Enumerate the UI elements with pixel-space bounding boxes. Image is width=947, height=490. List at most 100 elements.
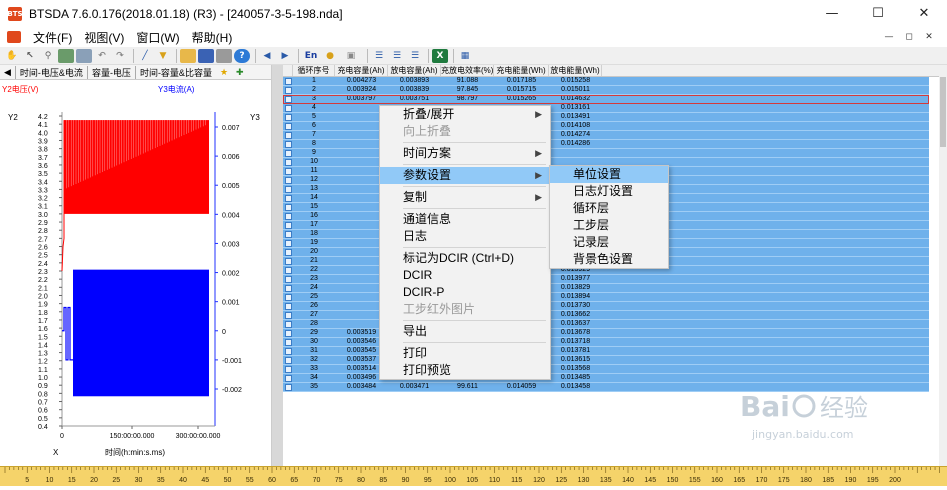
context-menu-item[interactable]: 复制 ▶ — [380, 189, 550, 206]
submenu-item[interactable]: 单位设置 — [550, 166, 668, 183]
context-menu-item[interactable]: 通道信息 — [380, 211, 550, 228]
expand-toggle-icon[interactable] — [283, 239, 293, 247]
expand-toggle-icon[interactable] — [283, 158, 293, 166]
submenu-item[interactable]: 背景色设置 — [550, 251, 668, 268]
column-header[interactable]: 循环序号 — [293, 65, 335, 76]
context-menu-item[interactable]: DCIR-P — [380, 284, 550, 301]
expand-toggle-icon[interactable] — [283, 347, 293, 355]
line-icon[interactable]: ╱ — [137, 49, 153, 63]
menu-view[interactable]: 视图(V) — [84, 29, 124, 46]
print-icon[interactable] — [216, 48, 232, 63]
expand-toggle-icon[interactable] — [283, 320, 293, 328]
table-row[interactable]: 1 0.004273 0.003893 91.088 0.017185 0.015258 — [283, 77, 929, 86]
expand-toggle-icon[interactable] — [283, 284, 293, 292]
excel-icon[interactable]: X — [432, 48, 448, 63]
tab-scroll-left-icon[interactable]: ◀ — [0, 67, 15, 78]
document-icon[interactable] — [7, 31, 21, 43]
table-split-icon[interactable]: ☰ — [389, 49, 405, 63]
expand-toggle-icon[interactable] — [283, 374, 293, 382]
zoom-box-icon[interactable] — [58, 48, 74, 63]
expand-toggle-icon[interactable] — [283, 257, 293, 265]
context-menu-item[interactable]: 时间方案 ▶ — [380, 145, 550, 162]
expand-toggle-icon[interactable] — [283, 383, 293, 391]
mdi-restore-button[interactable]: ◻ — [899, 27, 919, 47]
column-header[interactable]: 充电容量(Ah) — [335, 65, 388, 76]
expand-toggle-icon[interactable] — [283, 338, 293, 346]
expand-toggle-icon[interactable] — [283, 311, 293, 319]
column-header[interactable]: 放电容量(Ah) — [388, 65, 441, 76]
context-menu-item[interactable]: 参数设置 ▶ — [380, 167, 550, 184]
expand-toggle-icon[interactable] — [283, 302, 293, 310]
submenu-item[interactable]: 日志灯设置 — [550, 183, 668, 200]
expand-toggle-icon[interactable] — [283, 167, 293, 175]
scrollbar-thumb[interactable] — [940, 77, 946, 147]
hand-icon[interactable]: ✋ — [4, 49, 20, 63]
column-header[interactable]: 充放电效率(%) — [441, 65, 494, 76]
mdi-minimize-button[interactable]: — — [879, 27, 899, 47]
expand-toggle-icon[interactable] — [283, 185, 293, 193]
expand-toggle-icon[interactable] — [283, 77, 293, 85]
pin-icon[interactable]: ● — [322, 49, 338, 63]
arrow-left-icon[interactable]: ◀ — [259, 49, 275, 63]
table-list-icon[interactable]: ☰ — [407, 49, 423, 63]
expand-toggle-icon[interactable] — [283, 221, 293, 229]
context-menu-item[interactable]: 导出 — [380, 323, 550, 340]
language-button[interactable]: En — [302, 49, 320, 63]
open-folder-icon[interactable] — [180, 48, 196, 63]
table-row[interactable]: 2 0.003924 0.003839 97.845 0.015715 0.015011 — [283, 86, 929, 95]
table-view-icon[interactable]: ☰ — [371, 49, 387, 63]
expand-toggle-icon[interactable] — [283, 194, 293, 202]
expand-toggle-icon[interactable] — [283, 275, 293, 283]
expand-toggle-icon[interactable] — [283, 86, 293, 94]
redo-icon[interactable]: ↷ — [112, 49, 128, 63]
panel-splitter[interactable] — [272, 65, 283, 466]
context-menu-item[interactable]: 打印预览 — [380, 362, 550, 379]
expand-toggle-icon[interactable] — [283, 356, 293, 364]
expand-toggle-icon[interactable] — [283, 230, 293, 238]
submenu-item[interactable]: 循环层 — [550, 200, 668, 217]
expand-toggle-icon[interactable] — [283, 131, 293, 139]
expand-toggle-icon[interactable] — [283, 113, 293, 121]
column-header[interactable]: 充电能量(Wh) — [494, 65, 549, 76]
menu-window[interactable]: 窗口(W) — [136, 29, 179, 46]
tab-add-icon[interactable]: ✚ — [232, 67, 248, 78]
context-menu-item[interactable]: 日志 — [380, 228, 550, 245]
maximize-button[interactable]: ☐ — [855, 0, 901, 27]
arrow-right-icon[interactable]: ▶ — [277, 49, 293, 63]
table-row[interactable]: 3 0.003797 0.003751 98.797 0.015265 0.014632 — [283, 95, 929, 104]
chart-icon[interactable] — [76, 48, 92, 63]
zoom-icon[interactable]: ⚲ — [40, 49, 56, 63]
column-header[interactable]: 放电能量(Wh) — [549, 65, 602, 76]
pointer-icon[interactable]: ↖ — [22, 49, 38, 63]
expand-toggle-icon[interactable] — [283, 266, 293, 274]
expand-toggle-icon[interactable] — [283, 248, 293, 256]
expand-toggle-icon[interactable] — [283, 149, 293, 157]
layout-icon[interactable]: ▦ — [457, 49, 473, 63]
mdi-close-button[interactable]: ✕ — [919, 27, 939, 47]
expand-toggle-icon[interactable] — [283, 365, 293, 373]
menu-help[interactable]: 帮助(H) — [192, 29, 233, 46]
expand-toggle-icon[interactable] — [283, 293, 293, 301]
tab-time-capacity[interactable]: 时间-容量&比容量 — [134, 65, 216, 79]
help-icon[interactable]: ? — [234, 48, 250, 63]
expand-toggle-icon[interactable] — [283, 212, 293, 220]
context-menu-item[interactable]: 标记为DCIR (Ctrl+D) — [380, 250, 550, 267]
context-menu-item[interactable]: DCIR — [380, 267, 550, 284]
expand-toggle-icon[interactable] — [283, 122, 293, 130]
tab-capacity-voltage[interactable]: 容量-电压 — [86, 65, 135, 79]
calculator-icon[interactable]: ▣ — [340, 49, 362, 63]
undo-icon[interactable]: ↶ — [94, 49, 110, 63]
tab-time-voltage-current[interactable]: 时间-电压&电流 — [14, 65, 87, 79]
expand-toggle-icon[interactable] — [283, 203, 293, 211]
minimize-button[interactable]: — — [809, 0, 855, 27]
star-icon[interactable]: ★ — [216, 67, 232, 78]
submenu-item[interactable]: 记录层 — [550, 234, 668, 251]
context-menu-item[interactable]: 打印 — [380, 345, 550, 362]
expand-toggle-icon[interactable] — [283, 95, 293, 103]
expand-toggle-icon[interactable] — [283, 140, 293, 148]
close-button[interactable]: ✕ — [901, 0, 947, 27]
vertical-scrollbar[interactable] — [939, 65, 947, 466]
filter-icon[interactable]: ▼ — [155, 49, 171, 63]
expand-toggle-icon[interactable] — [283, 329, 293, 337]
menu-file[interactable]: 文件(F) — [33, 29, 72, 46]
